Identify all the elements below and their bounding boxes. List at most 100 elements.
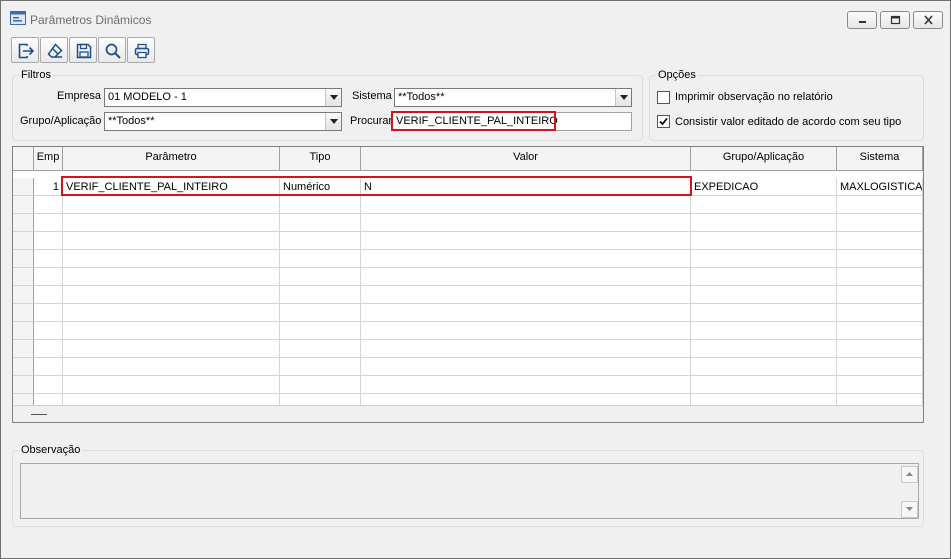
column-header-emp[interactable]: Emp: [34, 147, 63, 171]
column-header-grupo[interactable]: Grupo/Aplicação: [691, 147, 837, 171]
cell-sistema[interactable]: MAXLOGISTICA: [837, 178, 923, 196]
cell-emp[interactable]: 1: [34, 178, 63, 196]
empty-table-row[interactable]: [13, 250, 923, 268]
maximize-button[interactable]: [880, 11, 910, 29]
empty-cell[interactable]: [34, 322, 63, 340]
empty-cell[interactable]: [691, 340, 837, 358]
empty-cell[interactable]: [280, 196, 361, 214]
print-button[interactable]: [127, 37, 155, 63]
empty-cell[interactable]: [691, 376, 837, 394]
row-indicator[interactable]: [13, 340, 34, 358]
empty-cell[interactable]: [63, 250, 280, 268]
empty-cell[interactable]: [691, 196, 837, 214]
row-indicator[interactable]: [13, 178, 34, 196]
empty-table-row[interactable]: [13, 286, 923, 304]
observation-scrollbar[interactable]: [901, 464, 918, 518]
empty-cell[interactable]: [837, 322, 923, 340]
empty-cell[interactable]: [691, 322, 837, 340]
empty-cell[interactable]: [691, 286, 837, 304]
empty-cell[interactable]: [63, 214, 280, 232]
row-indicator[interactable]: [13, 376, 34, 394]
empty-cell[interactable]: [280, 322, 361, 340]
empty-table-row[interactable]: [13, 232, 923, 250]
procurar-input[interactable]: VERIF_CLIENTE_PAL_INTEIRO: [392, 112, 632, 131]
empty-cell[interactable]: [361, 304, 691, 322]
row-indicator[interactable]: [13, 214, 34, 232]
observation-textarea[interactable]: [20, 463, 919, 519]
empty-table-row[interactable]: [13, 196, 923, 214]
empty-cell[interactable]: [34, 304, 63, 322]
row-indicator[interactable]: [13, 304, 34, 322]
row-indicator[interactable]: [13, 322, 34, 340]
empty-table-row[interactable]: [13, 340, 923, 358]
empty-cell[interactable]: [34, 358, 63, 376]
close-button[interactable]: [913, 11, 943, 29]
empty-cell[interactable]: [34, 250, 63, 268]
empty-cell[interactable]: [34, 232, 63, 250]
empty-cell[interactable]: [837, 340, 923, 358]
empty-cell[interactable]: [63, 322, 280, 340]
row-indicator[interactable]: [13, 232, 34, 250]
cell-tipo[interactable]: Numérico: [280, 178, 361, 196]
empty-cell[interactable]: [34, 268, 63, 286]
print-observation-checkbox[interactable]: [657, 91, 670, 104]
empty-cell[interactable]: [63, 232, 280, 250]
column-header-sistema[interactable]: Sistema: [837, 147, 923, 171]
exit-button[interactable]: [11, 37, 39, 63]
empty-cell[interactable]: [361, 196, 691, 214]
column-header-parametro[interactable]: Parâmetro: [63, 147, 280, 171]
empty-table-row[interactable]: [13, 322, 923, 340]
empty-table-row[interactable]: [13, 214, 923, 232]
empty-cell[interactable]: [280, 376, 361, 394]
empty-cell[interactable]: [34, 340, 63, 358]
empty-cell[interactable]: [34, 196, 63, 214]
empty-cell[interactable]: [34, 376, 63, 394]
scroll-grip[interactable]: [31, 414, 47, 415]
empty-cell[interactable]: [691, 358, 837, 376]
empty-cell[interactable]: [361, 232, 691, 250]
empty-cell[interactable]: [837, 196, 923, 214]
empty-cell[interactable]: [361, 268, 691, 286]
empty-cell[interactable]: [361, 322, 691, 340]
empty-cell[interactable]: [361, 358, 691, 376]
empty-cell[interactable]: [837, 214, 923, 232]
grupo-select[interactable]: **Todos**: [104, 112, 342, 131]
empty-cell[interactable]: [280, 340, 361, 358]
empty-cell[interactable]: [837, 286, 923, 304]
empty-cell[interactable]: [280, 232, 361, 250]
table-row[interactable]: 1 VERIF_CLIENTE_PAL_INTEIRO Numérico N E…: [13, 178, 923, 196]
empty-cell[interactable]: [63, 358, 280, 376]
empty-cell[interactable]: [280, 286, 361, 304]
sistema-select[interactable]: **Todos**: [394, 88, 632, 107]
save-button[interactable]: [69, 37, 97, 63]
empty-cell[interactable]: [34, 214, 63, 232]
empty-cell[interactable]: [280, 358, 361, 376]
empty-table-row[interactable]: [13, 358, 923, 376]
empty-cell[interactable]: [691, 214, 837, 232]
empty-cell[interactable]: [837, 304, 923, 322]
empty-table-row[interactable]: [13, 268, 923, 286]
parameters-grid[interactable]: Emp Parâmetro Tipo Valor Grupo/Aplicação…: [12, 146, 924, 423]
empty-cell[interactable]: [63, 268, 280, 286]
cell-grupo[interactable]: EXPEDICAO: [691, 178, 837, 196]
clear-button[interactable]: [40, 37, 68, 63]
empty-cell[interactable]: [361, 286, 691, 304]
minimize-button[interactable]: [847, 11, 877, 29]
empty-cell[interactable]: [837, 268, 923, 286]
empty-table-row[interactable]: [13, 376, 923, 394]
row-indicator[interactable]: [13, 286, 34, 304]
empty-cell[interactable]: [691, 268, 837, 286]
sistema-dropdown-button[interactable]: [615, 89, 631, 106]
cell-valor[interactable]: N: [361, 178, 691, 196]
empty-cell[interactable]: [361, 340, 691, 358]
empty-cell[interactable]: [361, 214, 691, 232]
column-header-valor[interactable]: Valor: [361, 147, 691, 171]
scroll-down-button[interactable]: [901, 501, 918, 518]
row-indicator[interactable]: [13, 358, 34, 376]
empresa-select[interactable]: 01 MODELO - 1: [104, 88, 342, 107]
empty-cell[interactable]: [280, 250, 361, 268]
scroll-up-button[interactable]: [901, 466, 918, 483]
empty-cell[interactable]: [280, 304, 361, 322]
empty-cell[interactable]: [837, 376, 923, 394]
empty-cell[interactable]: [63, 376, 280, 394]
